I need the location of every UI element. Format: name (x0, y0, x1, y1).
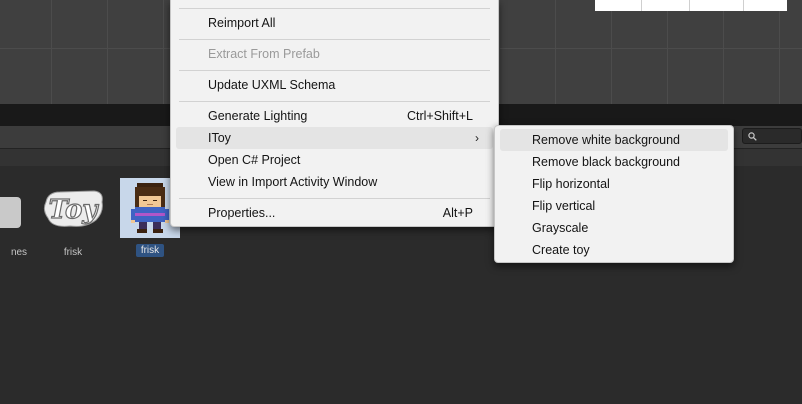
menu-item-label: Extract From Prefab (208, 47, 320, 61)
menu-item-update-uxml-schema[interactable]: Update UXML Schema (176, 74, 493, 96)
submenu-item-remove-white-background[interactable]: Remove white background (500, 129, 728, 151)
menu-item-generate-lighting[interactable]: Generate Lighting Ctrl+Shift+L (176, 105, 493, 127)
menu-item-shortcut: Ctrl+Shift+L (406, 109, 473, 123)
menu-item-reimport-all[interactable]: Reimport All (176, 12, 493, 34)
menu-item-label: Properties... (208, 206, 276, 220)
menu-item-label: Remove black background (532, 155, 680, 169)
preview-grid-line (689, 0, 690, 11)
menu-item-label: Flip vertical (532, 199, 596, 213)
menu-item-label: Generate Lighting (208, 109, 308, 123)
menu-item-shortcut: Alt+P (442, 206, 473, 220)
submenu-item-flip-horizontal[interactable]: Flip horizontal (500, 173, 728, 195)
submenu-item-grayscale[interactable]: Grayscale (500, 217, 728, 239)
submenu-item-flip-vertical[interactable]: Flip vertical (500, 195, 728, 217)
menu-item-label: Grayscale (532, 221, 589, 235)
menu-item-properties[interactable]: Properties... Alt+P (176, 202, 493, 224)
menu-item-label: Remove white background (532, 133, 680, 147)
context-menu: Reimport All Extract From Prefab Update … (170, 0, 499, 227)
menu-item-itoy[interactable]: IToy › (176, 127, 493, 149)
search-icon (748, 132, 757, 141)
toy-logo-icon: Toy (42, 178, 104, 240)
menu-item-view-in-import-activity-window[interactable]: View in Import Activity Window (176, 171, 493, 193)
menu-item-label: IToy (208, 131, 231, 145)
menu-item-label: Update UXML Schema (208, 78, 336, 92)
asset-label: frisk (135, 244, 165, 257)
scene-preview-image (595, 0, 787, 11)
preview-grid-line (743, 0, 744, 11)
svg-text:Toy: Toy (49, 195, 100, 225)
chevron-right-icon: › (475, 131, 479, 145)
menu-item-label: Flip horizontal (532, 177, 610, 191)
asset-label: frisk (63, 247, 83, 258)
menu-separator (179, 39, 490, 40)
itoy-submenu: Remove white background Remove black bac… (494, 125, 734, 263)
search-input[interactable] (742, 128, 802, 144)
asset-label: nes (10, 247, 28, 258)
submenu-item-create-toy[interactable]: Create toy (500, 239, 728, 261)
menu-item-label: Create toy (532, 243, 590, 257)
submenu-item-remove-black-background[interactable]: Remove black background (500, 151, 728, 173)
menu-item-label: Reimport All (208, 16, 276, 30)
menu-separator (179, 70, 490, 71)
menu-separator (179, 8, 490, 9)
menu-item-open-csharp-project[interactable]: Open C# Project (176, 149, 493, 171)
preview-grid-line (641, 0, 642, 11)
menu-separator (179, 101, 490, 102)
menu-separator (179, 198, 490, 199)
asset-item[interactable]: Toy frisk (42, 178, 104, 260)
menu-item-label: View in Import Activity Window (208, 175, 378, 189)
menu-item-extract-from-prefab: Extract From Prefab (176, 43, 493, 65)
menu-item-label: Open C# Project (208, 153, 301, 167)
